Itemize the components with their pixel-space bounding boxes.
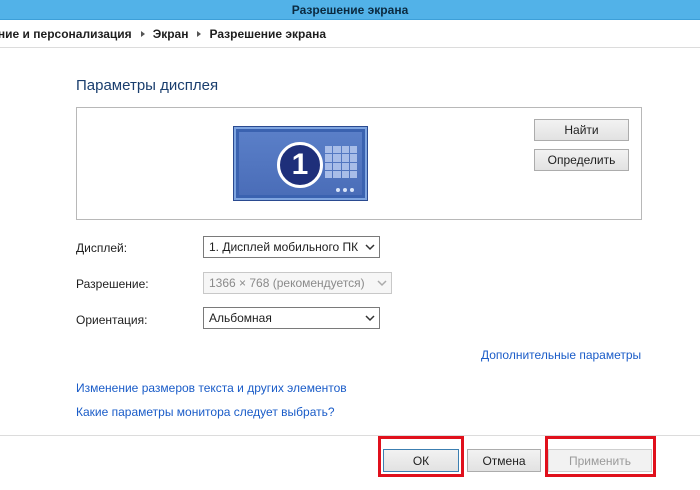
resolution-label: Разрешение:: [76, 277, 149, 291]
chevron-down-icon: [365, 242, 375, 252]
resolution-select-value: 1366 × 768 (рекомендуется): [209, 276, 365, 290]
chevron-down-icon: [377, 278, 387, 288]
resolution-select[interactable]: 1366 × 768 (рекомендуется): [203, 272, 392, 294]
cancel-button[interactable]: Отмена: [467, 449, 541, 472]
app-tiles-icon: [325, 146, 357, 178]
find-button[interactable]: Найти: [534, 119, 629, 141]
breadcrumb-item-personalization[interactable]: нение и персонализация: [0, 27, 132, 41]
monitor-screen: 1: [239, 132, 362, 195]
chevron-down-icon: [365, 313, 375, 323]
breadcrumb-item-resolution[interactable]: Разрешение экрана: [209, 27, 326, 41]
breadcrumb: нение и персонализация Экран Разрешение …: [0, 20, 700, 48]
text-size-link[interactable]: Изменение размеров текста и других элеме…: [76, 381, 347, 395]
monitor-icon[interactable]: 1: [234, 127, 367, 200]
advanced-settings-link[interactable]: Дополнительные параметры: [481, 348, 641, 362]
window-title: Разрешение экрана: [291, 2, 409, 17]
display-select-value: 1. Дисплей мобильного ПК: [209, 240, 359, 254]
taskbar-dots-icon: [336, 188, 354, 192]
which-settings-link[interactable]: Какие параметры монитора следует выбрать…: [76, 405, 335, 419]
display-select[interactable]: 1. Дисплей мобильного ПК: [203, 236, 380, 258]
orientation-label: Ориентация:: [76, 313, 148, 327]
apply-highlight-box: [545, 436, 656, 477]
orientation-select-value: Альбомная: [209, 311, 272, 325]
section-title: Параметры дисплея: [76, 77, 219, 94]
orientation-select[interactable]: Альбомная: [203, 307, 380, 329]
title-bar: Разрешение экрана: [0, 0, 700, 20]
display-preview-panel: 1 Найти Определить: [76, 107, 642, 220]
monitor-number-badge: 1: [277, 142, 323, 188]
display-label: Дисплей:: [76, 241, 128, 255]
breadcrumb-item-display[interactable]: Экран: [153, 27, 189, 41]
ok-highlight-box: [378, 436, 464, 477]
chevron-right-icon: [140, 30, 145, 37]
chevron-right-icon: [197, 30, 202, 37]
identify-button[interactable]: Определить: [534, 149, 629, 171]
